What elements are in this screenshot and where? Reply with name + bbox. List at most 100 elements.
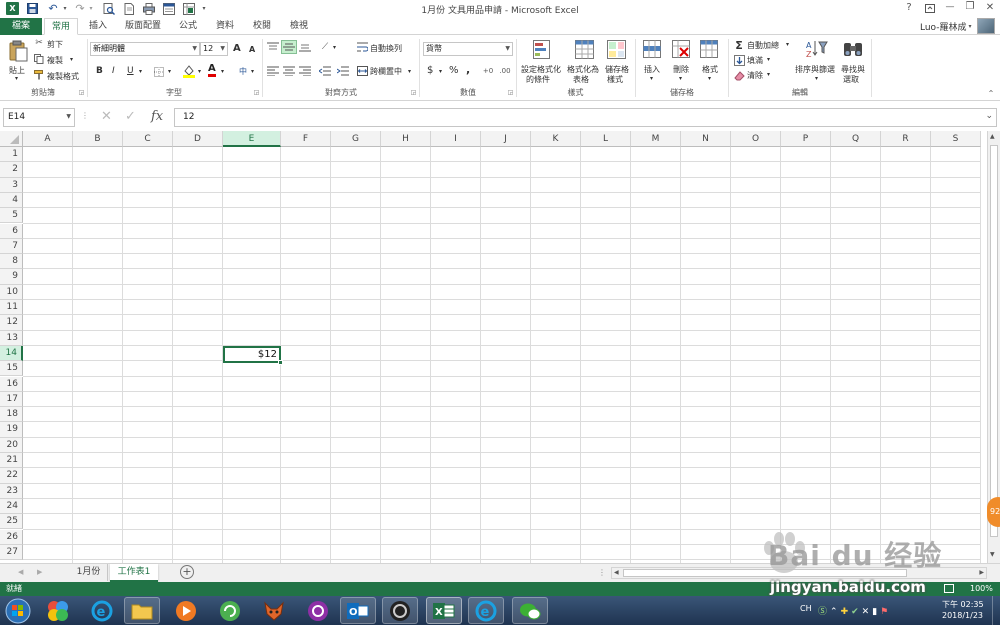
fox-app-icon[interactable]: [256, 597, 292, 624]
row-header[interactable]: 25: [0, 514, 23, 530]
fill-label[interactable]: 填滿: [747, 55, 763, 66]
zoom-level[interactable]: 100%: [970, 582, 993, 596]
fill-color-dropdown-icon[interactable]: ▾: [198, 68, 201, 75]
percent-style-button[interactable]: %: [449, 65, 459, 76]
conditional-formatting-icon[interactable]: [532, 39, 554, 61]
chevron-down-icon[interactable]: ▾: [966, 21, 974, 31]
format-painter-label[interactable]: 複製格式: [47, 71, 79, 82]
row-header[interactable]: 5: [0, 208, 23, 224]
help-button[interactable]: ?: [903, 2, 915, 13]
save-icon[interactable]: [26, 2, 38, 14]
decrease-font-size-button[interactable]: A: [249, 45, 255, 54]
float-badge[interactable]: 92: [987, 497, 1000, 527]
paste-dropdown-icon[interactable]: ▾: [15, 75, 18, 82]
dialog-launcher-icon[interactable]: ◲: [253, 89, 260, 96]
formula-input[interactable]: 12 ⌄: [174, 108, 997, 127]
row-header[interactable]: 1: [0, 147, 23, 163]
horizontal-scroll-thumb[interactable]: [623, 569, 907, 577]
find-select-label-2[interactable]: 選取: [843, 74, 859, 85]
tab-home[interactable]: 常用: [44, 18, 78, 35]
active-cell[interactable]: $12: [223, 346, 283, 365]
tray-volume-icon[interactable]: ✕: [862, 607, 873, 617]
decrease-indent-icon[interactable]: [318, 65, 332, 77]
column-header[interactable]: K: [531, 131, 581, 147]
row-header[interactable]: 11: [0, 300, 23, 316]
comma-style-button[interactable]: ,: [466, 63, 470, 76]
align-left-icon[interactable]: [266, 65, 280, 77]
quick-print-icon[interactable]: [142, 2, 155, 15]
row-header[interactable]: 21: [0, 453, 23, 469]
colorful-app-icon[interactable]: [40, 597, 76, 624]
row-header[interactable]: 26: [0, 529, 23, 545]
tab-split-handle[interactable]: ⋮: [598, 568, 606, 577]
delete-cells-icon[interactable]: [671, 39, 691, 59]
column-header[interactable]: G: [331, 131, 381, 147]
input-language[interactable]: CH: [800, 604, 812, 613]
phonetic-icon[interactable]: 中: [236, 65, 250, 77]
row-header[interactable]: 22: [0, 468, 23, 484]
show-desktop-button[interactable]: [992, 596, 1000, 625]
font-color-button[interactable]: A: [208, 64, 216, 77]
tray-security-icon[interactable]: ✔: [851, 607, 862, 617]
borders-icon[interactable]: [153, 66, 164, 77]
sort-filter-dropdown-icon[interactable]: ▾: [815, 75, 818, 82]
tray-icons[interactable]: Ⓢ⌃✚✔✕▮⚑: [818, 604, 932, 618]
font-size-select[interactable]: 12 ▼: [200, 42, 228, 56]
increase-indent-icon[interactable]: [336, 65, 350, 77]
increase-decimal-icon[interactable]: +0: [481, 65, 495, 77]
column-header[interactable]: E: [223, 131, 281, 147]
tray-flag-icon[interactable]: ⚑: [880, 607, 891, 617]
tab-review[interactable]: 校閱: [246, 18, 278, 35]
orientation-dropdown-icon[interactable]: ▾: [333, 44, 336, 51]
column-header[interactable]: H: [381, 131, 431, 147]
column-header[interactable]: L: [581, 131, 631, 147]
orientation-icon[interactable]: ⟋: [318, 41, 332, 53]
column-header[interactable]: A: [23, 131, 73, 147]
file-explorer-icon[interactable]: [124, 597, 160, 624]
undo-dropdown-icon[interactable]: ▾: [62, 3, 68, 13]
row-header[interactable]: 16: [0, 376, 23, 392]
name-box[interactable]: E14 ▼: [3, 108, 75, 127]
sort-filter-icon[interactable]: AZ: [806, 39, 828, 59]
format-cells-label[interactable]: 格式: [702, 64, 718, 75]
align-center-icon[interactable]: [282, 65, 296, 77]
tab-insert[interactable]: 插入: [82, 18, 114, 35]
minimize-button[interactable]: —: [944, 2, 956, 12]
column-header[interactable]: Q: [831, 131, 881, 147]
column-header[interactable]: C: [123, 131, 173, 147]
clear-dropdown-icon[interactable]: ▾: [767, 71, 770, 78]
column-header[interactable]: M: [631, 131, 681, 147]
copy-dropdown-icon[interactable]: ▾: [70, 56, 73, 63]
currency-format-button[interactable]: $: [427, 65, 433, 76]
fill-icon[interactable]: [733, 54, 745, 66]
tray-arrow-icon[interactable]: ⌃: [830, 607, 841, 617]
number-format-select[interactable]: 貨幣 ▼: [423, 42, 513, 56]
format-as-table-icon[interactable]: [574, 39, 596, 61]
scroll-up-icon[interactable]: ▲: [990, 133, 995, 140]
wrap-text-label[interactable]: 自動換列: [370, 43, 402, 54]
autosum-dropdown-icon[interactable]: ▾: [786, 41, 789, 48]
row-header[interactable]: 3: [0, 177, 23, 193]
row-header[interactable]: 8: [0, 254, 23, 270]
purple-app-icon[interactable]: [300, 597, 336, 624]
column-header[interactable]: R: [881, 131, 931, 147]
binoculars-icon[interactable]: [842, 39, 864, 59]
excel-taskbar-icon[interactable]: X: [426, 597, 462, 624]
wrap-text-icon[interactable]: [356, 41, 368, 52]
clear-icon[interactable]: [733, 69, 745, 81]
align-top-icon[interactable]: [266, 41, 280, 53]
align-right-icon[interactable]: [298, 65, 312, 77]
horizontal-scrollbar[interactable]: ◀ ▶: [611, 567, 987, 579]
ie-pinned-icon[interactable]: e: [468, 597, 504, 624]
autosum-label[interactable]: 自動加總: [747, 40, 779, 51]
borders-dropdown-icon[interactable]: ▾: [168, 68, 171, 75]
clear-label[interactable]: 清除: [747, 70, 763, 81]
cell-styles-icon[interactable]: [606, 39, 628, 61]
row-header[interactable]: 18: [0, 407, 23, 423]
collapse-ribbon-icon[interactable]: ⌃: [986, 89, 996, 98]
dialog-launcher-icon[interactable]: ◲: [410, 89, 417, 96]
row-header[interactable]: 7: [0, 238, 23, 255]
row-header[interactable]: 20: [0, 437, 23, 453]
row-header[interactable]: 12: [0, 315, 23, 331]
dialog-launcher-icon[interactable]: ◲: [507, 89, 514, 96]
